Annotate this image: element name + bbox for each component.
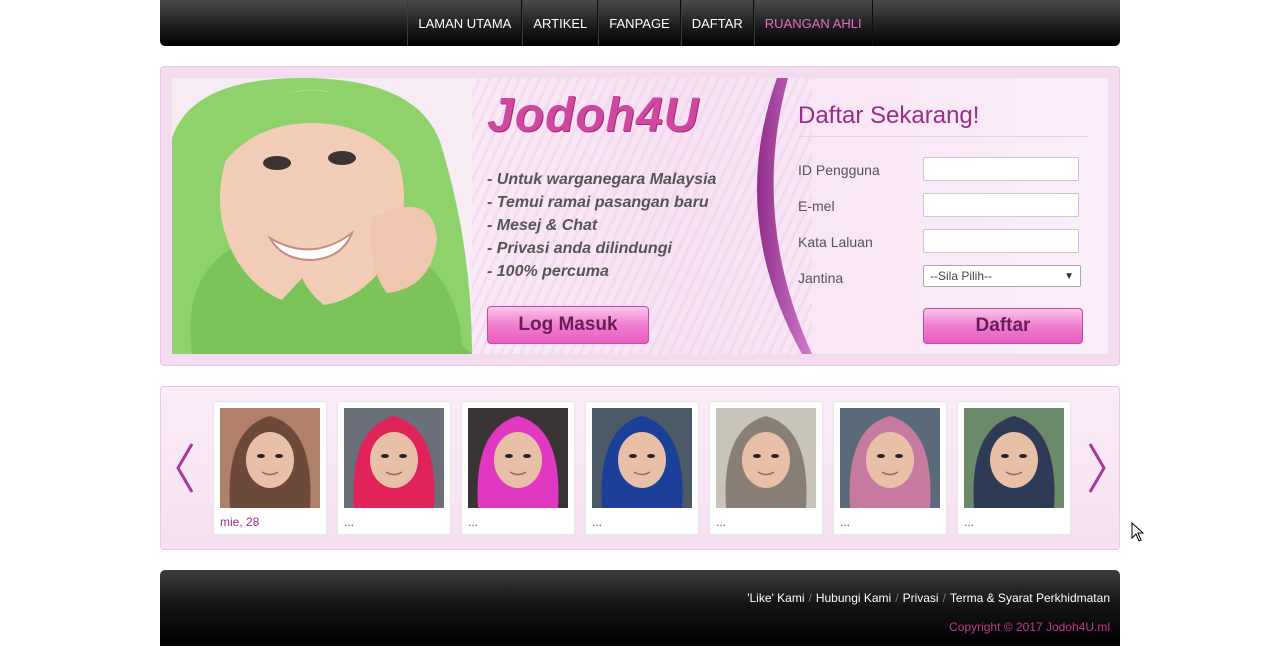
hero-banner: Jodoh4U - Untuk warganegara Malaysia - T… xyxy=(160,66,1120,366)
feature-item: - Untuk warganegara Malaysia xyxy=(487,171,717,188)
profile-carousel: mie, 28.................. xyxy=(160,386,1120,550)
site-logo: Jodoh4U xyxy=(487,89,700,142)
nav-item-daftar[interactable]: DAFTAR xyxy=(680,0,754,46)
chevron-right-icon[interactable] xyxy=(1087,442,1107,494)
feature-item: - 100% percuma xyxy=(487,263,609,280)
profile-card[interactable]: ... xyxy=(957,401,1071,535)
profile-photo[interactable] xyxy=(592,408,692,508)
top-navigation: LAMAN UTAMA ARTIKEL FANPAGE DAFTAR RUANG… xyxy=(160,0,1120,46)
password-input[interactable] xyxy=(923,229,1079,253)
separator: / xyxy=(895,591,899,605)
feature-item: - Privasi anda dilindungi xyxy=(487,240,672,257)
profile-caption: ... xyxy=(840,515,851,529)
chevron-left-icon[interactable] xyxy=(175,442,195,494)
profile-card[interactable]: ... xyxy=(337,401,451,535)
profile-card[interactable]: ... xyxy=(461,401,575,535)
feature-item: - Mesej & Chat xyxy=(487,217,598,234)
login-button[interactable]: Log Masuk xyxy=(487,306,649,344)
profile-card[interactable]: ... xyxy=(833,401,947,535)
password-label: Kata Laluan xyxy=(798,234,873,250)
nav-item-artikel[interactable]: ARTIKEL xyxy=(522,0,599,46)
divider xyxy=(798,136,1088,137)
profile-caption: ... xyxy=(716,515,727,529)
profile-photo[interactable] xyxy=(220,408,320,508)
gender-select[interactable]: --Sila Pilih-- ▼ xyxy=(923,265,1081,287)
nav-item-laman-utama[interactable]: LAMAN UTAMA xyxy=(407,0,523,46)
gender-label: Jantina xyxy=(798,270,844,286)
footer: 'Like' Kami / Hubungi Kami / Privasi / Terma &… xyxy=(160,570,1120,646)
profile-photo[interactable] xyxy=(840,408,940,508)
feature-item: - Temui ramai pasangan baru xyxy=(487,194,709,211)
separator: / xyxy=(808,591,812,605)
username-input[interactable] xyxy=(923,157,1079,181)
nav-item-ruangan-ahli[interactable]: RUANGAN AHLI xyxy=(753,0,873,46)
profile-caption: ... xyxy=(964,515,975,529)
profile-photo[interactable] xyxy=(344,408,444,508)
profile-photo[interactable] xyxy=(964,408,1064,508)
footer-link-terms[interactable]: Terma & Syarat Perkhidmatan xyxy=(950,591,1110,605)
profile-card[interactable]: ... xyxy=(585,401,699,535)
profile-photo[interactable] xyxy=(716,408,816,508)
footer-links: 'Like' Kami / Hubungi Kami / Privasi / Terma &… xyxy=(747,591,1110,605)
separator: / xyxy=(942,591,946,605)
email-label: E-mel xyxy=(798,198,835,214)
email-input[interactable] xyxy=(923,193,1079,217)
profile-card[interactable]: ... xyxy=(709,401,823,535)
mouse-cursor-icon xyxy=(1131,522,1145,542)
hero-inner: Jodoh4U - Untuk warganegara Malaysia - T… xyxy=(172,78,1108,354)
footer-link-contact[interactable]: Hubungi Kami xyxy=(816,591,891,605)
hero-photo xyxy=(172,78,472,354)
gender-select-value: --Sila Pilih-- xyxy=(930,269,993,283)
username-label: ID Pengguna xyxy=(798,162,880,178)
footer-link-like[interactable]: 'Like' Kami xyxy=(747,591,804,605)
profile-caption: ... xyxy=(592,515,603,529)
copyright-text: Copyright © 2017 Jodoh4U.ml xyxy=(949,620,1110,634)
profile-caption: mie, 28 xyxy=(220,515,260,529)
profile-card[interactable]: mie, 28 xyxy=(213,401,327,535)
nav-item-fanpage[interactable]: FANPAGE xyxy=(598,0,681,46)
signup-title: Daftar Sekarang! xyxy=(798,102,980,129)
feature-list: - Untuk warganegara Malaysia - Temui ram… xyxy=(487,168,716,283)
profile-caption: ... xyxy=(468,515,479,529)
profile-photo[interactable] xyxy=(468,408,568,508)
profile-caption: ... xyxy=(344,515,355,529)
chevron-down-icon: ▼ xyxy=(1064,270,1074,282)
register-button[interactable]: Daftar xyxy=(923,308,1083,344)
footer-link-privacy[interactable]: Privasi xyxy=(903,591,939,605)
